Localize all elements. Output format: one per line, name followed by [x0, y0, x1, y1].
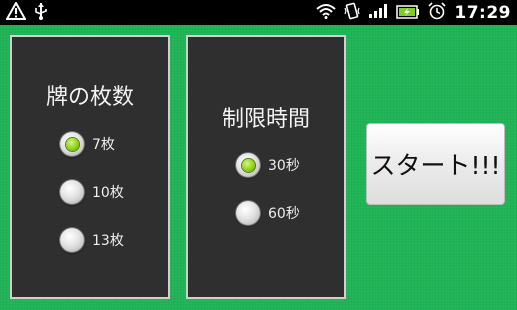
radio-button[interactable] — [60, 132, 84, 156]
radio-option-10[interactable]: 10枚 — [60, 180, 124, 204]
radio-label: 13枚 — [92, 233, 124, 249]
alarm-icon — [428, 2, 446, 24]
tile-count-title: 牌の枚数 — [45, 85, 134, 110]
radio-button[interactable] — [236, 201, 260, 225]
radio-label: 30秒 — [268, 158, 300, 174]
usb-icon — [34, 2, 48, 24]
wifi-icon — [316, 3, 337, 23]
time-limit-title: 制限時間 — [221, 107, 310, 132]
radio-button[interactable] — [60, 228, 84, 252]
radio-label: 7枚 — [92, 137, 115, 153]
vibrate-icon — [344, 2, 360, 24]
radio-label: 10枚 — [92, 185, 124, 201]
status-bar: 17:29 — [0, 0, 517, 25]
app-content: 牌の枚数 7枚 10枚 13枚 制限時間 30秒 60秒 スタート!!! — [0, 25, 517, 310]
signal-icon — [368, 3, 388, 23]
radio-selected-indicator — [65, 137, 79, 151]
tile-count-panel: 牌の枚数 7枚 10枚 13枚 — [10, 35, 170, 299]
radio-option-30s[interactable]: 30秒 — [236, 153, 300, 177]
time-limit-panel: 制限時間 30秒 60秒 — [186, 35, 346, 299]
start-button[interactable]: スタート!!! — [366, 123, 505, 205]
radio-option-60s[interactable]: 60秒 — [236, 201, 300, 225]
radio-selected-indicator — [241, 158, 255, 172]
radio-option-7[interactable]: 7枚 — [60, 132, 115, 156]
battery-charging-icon — [396, 4, 420, 23]
clock-time: 17:29 — [454, 3, 511, 23]
radio-button[interactable] — [236, 153, 260, 177]
warning-icon — [5, 0, 27, 24]
radio-label: 60秒 — [268, 206, 300, 222]
radio-button[interactable] — [60, 180, 84, 204]
radio-option-13[interactable]: 13枚 — [60, 228, 124, 252]
